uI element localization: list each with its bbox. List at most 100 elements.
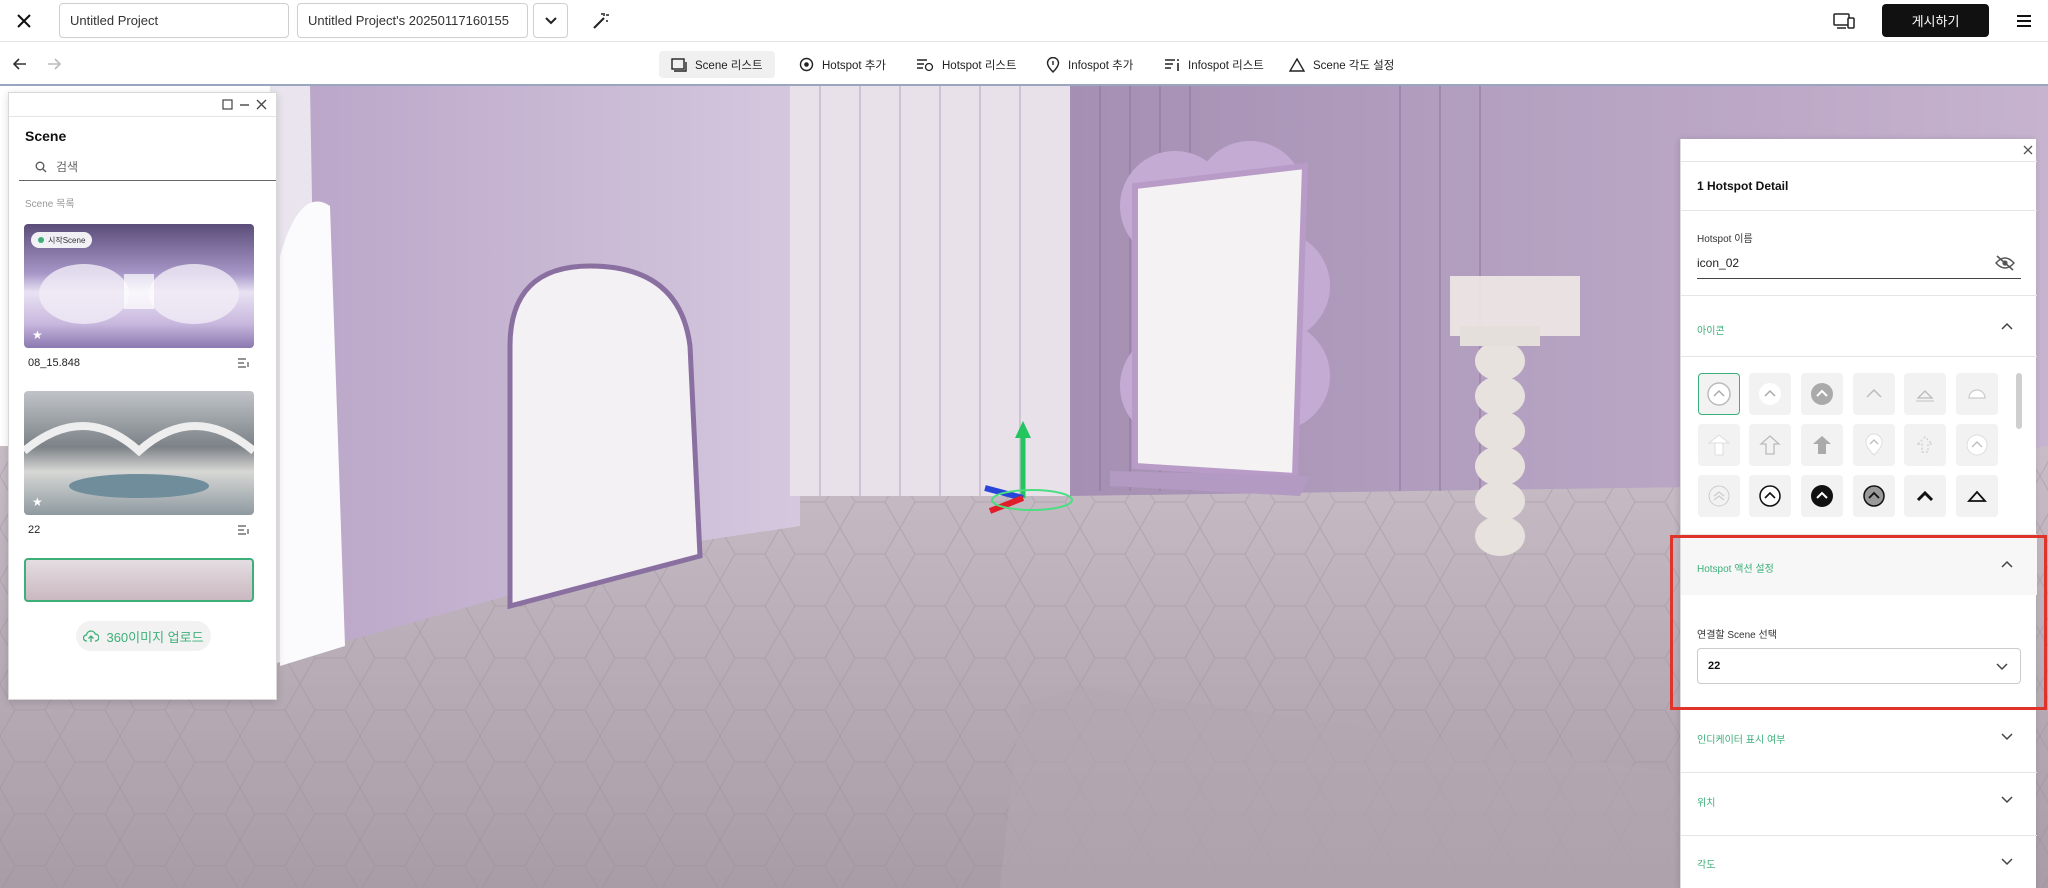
triangle-up-icon: [1916, 390, 1934, 402]
version-dropdown-button[interactable]: [533, 3, 568, 38]
scene-options-icon[interactable]: [237, 525, 251, 535]
hotspot-name-input[interactable]: icon_02: [1697, 247, 2021, 279]
chevron-down-icon: [2001, 858, 2013, 866]
undo-icon[interactable]: [10, 54, 30, 74]
chevron-down-icon: [2001, 733, 2013, 741]
hotspot-icon-option[interactable]: [1801, 475, 1843, 517]
hotspot-icon-option[interactable]: [1904, 373, 1946, 415]
hotspot-icon-option[interactable]: [1956, 424, 1998, 466]
search-icon: [35, 161, 47, 172]
hotspot-icon-option[interactable]: [1956, 373, 1998, 415]
tab-hotspot-add[interactable]: Hotspot 추가: [787, 51, 898, 78]
hotspot-icon-option[interactable]: [1956, 475, 1998, 517]
icon-section-label: 아이콘: [1697, 326, 1725, 337]
position-section-header[interactable]: 위치: [1681, 773, 2037, 835]
scene-angle-icon: [1289, 57, 1305, 72]
hotspot-icon-option[interactable]: [1749, 373, 1791, 415]
hotspot-detail-title-text: 1 Hotspot Detail: [1697, 179, 1789, 193]
star-icon[interactable]: ★: [32, 328, 43, 342]
hotspot-icon-option[interactable]: [1801, 373, 1843, 415]
scene-thumbnail[interactable]: ★: [24, 391, 254, 515]
maximize-icon[interactable]: [222, 99, 233, 110]
eye-off-icon[interactable]: [1995, 255, 2015, 271]
project-name-input[interactable]: Untitled Project: [59, 3, 289, 38]
icon-section-header[interactable]: 아이콘: [1681, 296, 2037, 356]
project-version-input[interactable]: Untitled Project's 20250117160155: [297, 3, 528, 38]
chevron-up-circle-gray-icon: [1863, 485, 1885, 507]
scene-label: 08_15.848: [28, 357, 80, 369]
close-detail-icon[interactable]: [2021, 143, 2035, 157]
icon-grid: [1681, 357, 2037, 533]
scene-thumbnail[interactable]: [24, 558, 254, 602]
start-scene-icon: [38, 237, 44, 243]
device-preview-icon[interactable]: [1832, 9, 1856, 33]
chevron-up-circle-dark-icon: [1759, 485, 1781, 507]
magic-wand-icon[interactable]: [589, 9, 613, 33]
hotspot-icon-option[interactable]: [1853, 475, 1895, 517]
scene-list-icon: [671, 57, 687, 72]
top-bar: Untitled Project Untitled Project's 2025…: [0, 0, 2048, 42]
tab-scene-angle[interactable]: Scene 각도 설정: [1277, 51, 1406, 78]
hotspot-add-icon: [799, 57, 814, 72]
hotspot-icon-option[interactable]: [1904, 424, 1946, 466]
tab-scene-angle-label: Scene 각도 설정: [1313, 59, 1395, 72]
tab-infospot-add-label: Infospot 추가: [1068, 59, 1134, 72]
chevron-up-circle-icon: [1966, 434, 1988, 456]
scene-thumbnail[interactable]: 시작Scene ★: [24, 224, 254, 348]
editor-toolbar: Scene 리스트 Hotspot 추가 Hotspot 리스트 Infospo…: [0, 42, 2048, 86]
chevron-down-icon: [544, 16, 557, 24]
hotspot-icon-option[interactable]: [1853, 424, 1895, 466]
hotspot-icon-option[interactable]: [1801, 424, 1843, 466]
hotspot-detail-panel: 1 Hotspot Detail Hotspot 이름 icon_02 아이콘 …: [1680, 139, 2037, 888]
tab-hotspot-list-label: Hotspot 리스트: [942, 59, 1017, 72]
half-circle-icon: [1968, 389, 1986, 399]
hotspot-icon-option[interactable]: [1698, 424, 1740, 466]
chevron-down-icon: [2001, 796, 2013, 804]
upload-360-label: 360이미지 업로드: [106, 629, 204, 645]
hotspot-icon-option[interactable]: [1698, 475, 1740, 517]
scene-list-label: Scene 목록: [25, 199, 75, 210]
hotspot-detail-title: 1 Hotspot Detail: [1681, 161, 2037, 211]
chevron-up-bold-icon: [1916, 490, 1934, 502]
chevron-up-icon: [2001, 322, 2013, 330]
highlight-box: [1670, 535, 2047, 710]
hotspot-icon-option[interactable]: [1749, 424, 1791, 466]
close-icon[interactable]: [12, 9, 36, 33]
panorama-preview: [24, 422, 254, 498]
scene-panel: Scene 검색 Scene 목록 시작Scene ★ 08_15.848 ★ …: [8, 92, 277, 700]
double-chevron-circle-icon: [1708, 485, 1730, 507]
hotspot-icon-option[interactable]: [1853, 373, 1895, 415]
hotspot-icon-option[interactable]: [1698, 373, 1740, 415]
star-icon[interactable]: ★: [32, 495, 43, 509]
indicator-section-label: 인디케이터 표시 여부: [1697, 735, 1786, 746]
hotspot-name-value: icon_02: [1697, 255, 1740, 270]
start-scene-text: 시작Scene: [48, 235, 86, 245]
arrow-up-filled-icon: [1813, 436, 1831, 454]
tab-scene-list[interactable]: Scene 리스트: [659, 51, 775, 78]
menu-icon[interactable]: [2012, 9, 2036, 33]
project-version-text: Untitled Project's 20250117160155: [308, 13, 509, 28]
icon-grid-scrollbar[interactable]: [2016, 373, 2022, 429]
arrow-up-dashed-icon: [1916, 436, 1934, 453]
cloud-upload-icon: [83, 629, 100, 642]
scene-options-icon[interactable]: [237, 358, 251, 368]
hotspot-icon-option[interactable]: [1904, 475, 1946, 517]
arrow-up-circle-icon: [1707, 382, 1731, 406]
tab-infospot-add[interactable]: Infospot 추가: [1034, 51, 1145, 78]
angle-section-label: 각도: [1697, 860, 1716, 871]
tab-infospot-list[interactable]: Infospot 리스트: [1152, 51, 1276, 78]
angle-section-header[interactable]: 각도: [1681, 836, 2037, 888]
pin-up-icon: [1865, 433, 1883, 456]
scene-search-input[interactable]: 검색: [19, 153, 276, 181]
minimize-icon[interactable]: [239, 99, 250, 110]
position-section-label: 위치: [1697, 798, 1716, 809]
project-name-text: Untitled Project: [70, 13, 159, 28]
infospot-list-icon: [1165, 58, 1179, 71]
upload-360-button[interactable]: 360이미지 업로드: [76, 621, 211, 651]
tab-hotspot-list[interactable]: Hotspot 리스트: [904, 51, 1029, 78]
close-panel-icon[interactable]: [256, 99, 267, 110]
redo-icon[interactable]: [44, 54, 64, 74]
indicator-section-header[interactable]: 인디케이터 표시 여부: [1681, 710, 2037, 772]
publish-button[interactable]: 게시하기: [1882, 4, 1989, 37]
hotspot-icon-option[interactable]: [1749, 475, 1791, 517]
